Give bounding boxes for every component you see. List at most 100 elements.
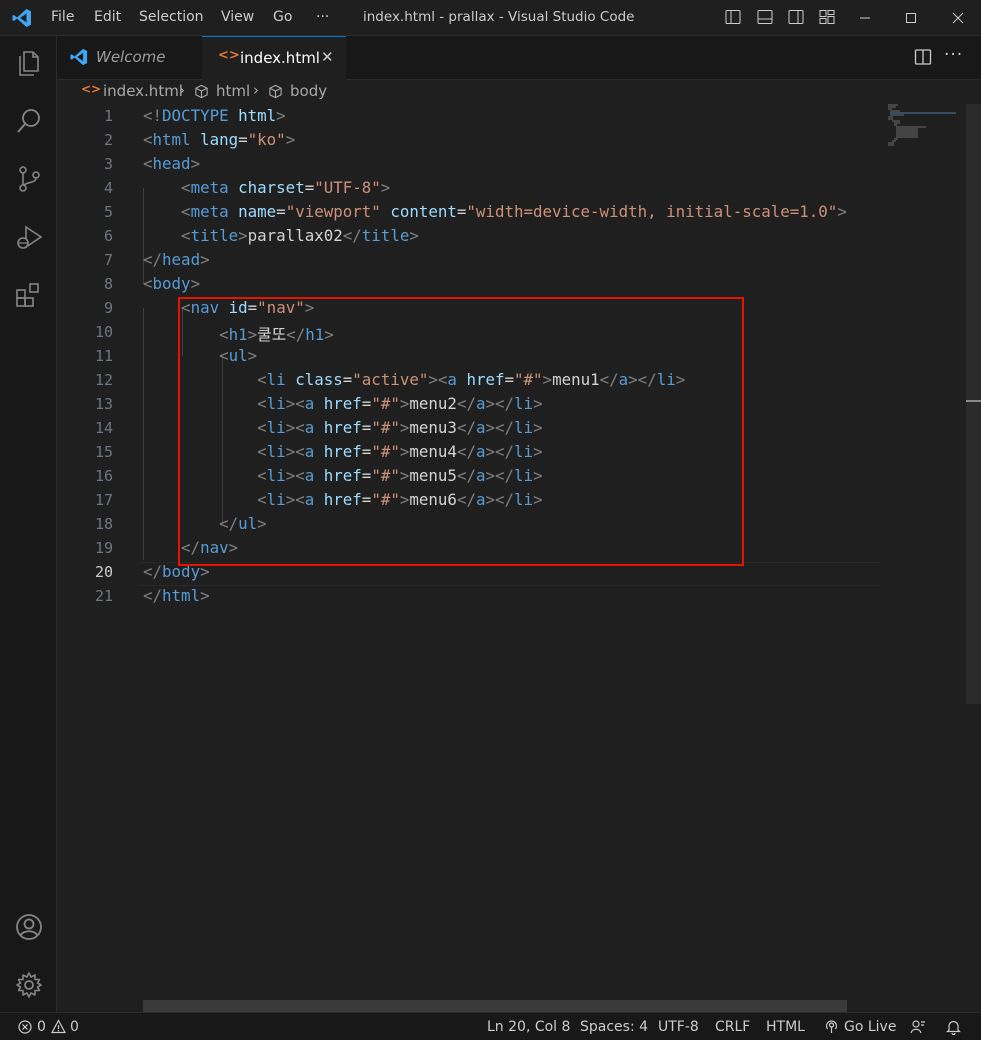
run-debug-icon[interactable] (14, 222, 44, 252)
code-line[interactable]: </html> (143, 586, 210, 605)
menu-selection[interactable]: Selection (139, 9, 204, 25)
html-file-icon: <> (218, 48, 240, 63)
notifications-bell-icon[interactable] (946, 1019, 961, 1035)
line-number: 15 (94, 443, 113, 461)
language-mode[interactable]: HTML (766, 1019, 805, 1035)
extensions-icon[interactable] (14, 280, 44, 310)
code-token: head (152, 154, 191, 173)
code-line[interactable]: <title>parallax02</title> (143, 226, 419, 245)
search-icon[interactable] (14, 106, 44, 136)
horizontal-scrollbar[interactable] (143, 1000, 847, 1012)
vscode-logo-icon (70, 48, 88, 66)
toggle-secondary-sidebar-icon[interactable] (788, 9, 804, 25)
code-line[interactable]: <html lang="ko"> (143, 130, 295, 149)
red-highlight-box (178, 297, 744, 566)
close-tab-icon[interactable]: ✕ (321, 48, 334, 66)
tab-welcome[interactable]: Welcome (57, 36, 203, 79)
cursor-marker (966, 400, 981, 402)
code-token: < (143, 130, 153, 149)
minimap[interactable] (886, 104, 966, 164)
scrollbar-thumb[interactable] (966, 104, 981, 704)
code-token: > (200, 250, 210, 269)
menu-go[interactable]: Go (273, 9, 292, 25)
line-number: 7 (103, 251, 113, 269)
breadcrumb-body[interactable]: body (290, 82, 327, 100)
code-token: < (181, 226, 191, 245)
code-token: = (276, 202, 286, 221)
line-number: 16 (94, 467, 113, 485)
breadcrumb: <> index.html › html › body (57, 80, 981, 104)
warning-count[interactable]: 0 (70, 1019, 79, 1035)
end-of-line[interactable]: CRLF (715, 1019, 750, 1035)
customize-layout-icon[interactable] (819, 9, 835, 25)
tab-label: Welcome (96, 48, 166, 66)
account-icon[interactable] (14, 912, 44, 942)
cursor-position[interactable]: Ln 20, Col 8 (487, 1019, 570, 1035)
line-number: 21 (94, 587, 113, 605)
line-number: 19 (94, 539, 113, 557)
indentation[interactable]: Spaces: 4 (580, 1019, 648, 1035)
tab-label: index.html (240, 49, 320, 67)
line-number: 2 (103, 131, 113, 149)
code-line[interactable]: <meta charset="UTF-8"> (143, 178, 390, 197)
code-token: > (190, 154, 201, 173)
title-bar: File Edit Selection View Go ··· index.ht… (0, 0, 981, 36)
line-number: 17 (94, 491, 113, 509)
code-token: < (181, 202, 191, 221)
code-line[interactable]: <meta name="viewport" content="width=dev… (143, 202, 847, 221)
explorer-icon[interactable] (14, 48, 44, 78)
maximize-icon[interactable] (899, 6, 923, 30)
settings-gear-icon[interactable] (14, 970, 44, 1000)
tab-index-html[interactable]: <> index.html ✕ (202, 36, 346, 80)
code-token: < (181, 178, 191, 197)
go-live-button[interactable]: Go Live (844, 1019, 896, 1035)
line-number: 1 (103, 107, 113, 125)
toggle-primary-sidebar-icon[interactable] (725, 9, 741, 25)
code-token: </ (342, 226, 362, 245)
vertical-scrollbar[interactable] (966, 104, 981, 1012)
code-token: < (143, 274, 153, 293)
code-token: > (409, 226, 419, 245)
code-token: "ko" (247, 130, 286, 149)
menu-edit[interactable]: Edit (94, 9, 121, 25)
code-line[interactable]: <!DOCTYPE html> (143, 106, 286, 125)
split-editor-icon[interactable] (914, 48, 932, 66)
code-editor[interactable]: 1 2 3 4 5 6 7 8 9 10 11 12 13 14 15 16 1… (57, 104, 981, 1012)
code-token: meta (190, 178, 229, 197)
menu-view[interactable]: View (221, 9, 254, 25)
code-line[interactable]: <head> (143, 154, 200, 173)
broadcast-icon[interactable] (824, 1019, 839, 1034)
warning-icon[interactable] (51, 1019, 66, 1034)
code-token: "UTF-8" (314, 178, 381, 197)
minimize-icon[interactable] (853, 6, 877, 30)
element-cube-icon (195, 84, 208, 99)
accounts-feedback-icon[interactable] (910, 1019, 926, 1035)
code-token: > (837, 202, 847, 221)
code-token: meta (190, 202, 229, 221)
more-actions-icon[interactable]: ··· (944, 45, 963, 65)
code-token: html (162, 586, 201, 605)
close-window-icon[interactable] (946, 6, 970, 30)
toggle-panel-icon[interactable] (757, 9, 773, 25)
code-token: > (276, 106, 286, 125)
breadcrumb-file[interactable]: index.html (103, 82, 183, 100)
line-number: 4 (103, 179, 113, 197)
menu-file[interactable]: File (51, 9, 74, 25)
code-line[interactable]: <body> (143, 274, 200, 293)
window-title: index.html - prallax - Visual Studio Cod… (363, 9, 635, 25)
code-line[interactable]: </head> (143, 250, 210, 269)
source-control-icon[interactable] (14, 164, 44, 194)
error-count[interactable]: 0 (37, 1019, 46, 1035)
code-token: content (390, 202, 457, 221)
error-icon[interactable] (18, 1020, 32, 1034)
line-number: 6 (103, 227, 113, 245)
menu-more[interactable]: ··· (316, 9, 329, 25)
encoding[interactable]: UTF-8 (658, 1019, 699, 1035)
breadcrumb-html[interactable]: html (216, 82, 250, 100)
code-token: </ (143, 586, 163, 605)
code-token: parallax02 (247, 226, 343, 245)
code-token: DOCTYPE (162, 106, 229, 125)
code-token: </ (143, 250, 163, 269)
